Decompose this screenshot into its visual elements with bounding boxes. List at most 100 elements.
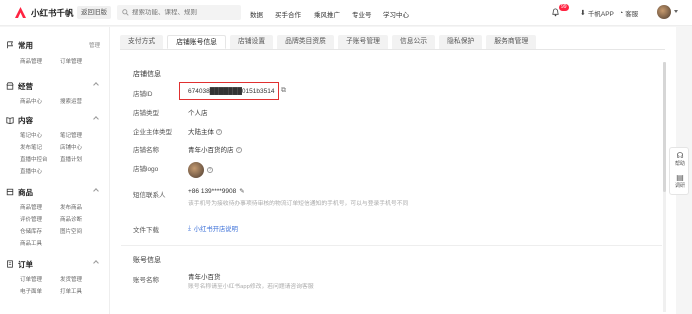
nav-learn[interactable]: 学习中心 — [383, 9, 409, 19]
sidebar-section-header[interactable]: 商品 — [6, 186, 104, 198]
sidebar: 常用 管理 商品管理 订单管理 经营 商品中心 搜索运营 内容 笔记中心 笔记管… — [0, 27, 110, 314]
tab-store-account[interactable]: 店铺账号信息 — [167, 35, 226, 49]
book-icon — [6, 117, 14, 124]
sms-contact-label: 短信联系人 — [133, 192, 166, 199]
sidebar-section-title: 内容 — [18, 115, 33, 125]
sidebar-item[interactable]: 评价管理 — [20, 215, 42, 223]
sidebar-item[interactable]: 发货管理 — [60, 275, 82, 283]
sidebar-item[interactable]: 商品工具 — [20, 239, 42, 247]
help-button[interactable]: ☊ 帮助 — [670, 151, 690, 168]
nav-pro[interactable]: 专业号 — [352, 9, 372, 19]
tab-payment[interactable]: 支付方式 — [120, 35, 164, 49]
store-name-text: 青年小百货的店 — [188, 147, 234, 154]
app-name: 小红书千帆 — [31, 7, 74, 18]
entity-type-text: 大陆主体 — [188, 129, 214, 136]
flag-icon — [7, 41, 13, 49]
help-icon[interactable]: ? — [216, 129, 222, 136]
sidebar-item[interactable]: 图片空间 — [60, 227, 82, 235]
download-icon: ⤓ — [188, 224, 191, 232]
sidebar-item[interactable]: 订单管理 — [20, 275, 42, 283]
edit-icon[interactable]: ✎ — [239, 188, 244, 195]
sidebar-item[interactable]: 店铺中心 — [60, 143, 82, 151]
sidebar-item[interactable]: 订单管理 — [60, 57, 82, 65]
survey-icon: ▤ — [676, 173, 684, 182]
sidebar-section-title: 订单 — [18, 259, 33, 269]
chevron-down-icon[interactable] — [674, 10, 678, 13]
entity-type-label: 企业主体类型 — [133, 129, 172, 136]
store-logo-image — [188, 162, 204, 178]
section-divider — [121, 245, 662, 246]
store-type-label: 店铺类型 — [133, 110, 159, 117]
tab-brand-qualification[interactable]: 品牌类目资质 — [277, 35, 334, 49]
headset-icon: ◔ — [619, 9, 624, 17]
sidebar-item[interactable]: 直播计划 — [60, 155, 82, 163]
nav-promo[interactable]: 乘风推广 — [314, 9, 340, 19]
app-download-button[interactable]: ⬇ 千帆APP — [580, 8, 614, 18]
sidebar-item[interactable]: 搜索运营 — [60, 97, 82, 105]
back-to-old-button[interactable]: 返回旧版 — [77, 6, 111, 19]
sidebar-section-title: 常用 — [18, 40, 33, 50]
sidebar-item[interactable]: 笔记管理 — [60, 131, 82, 139]
sidebar-section-title: 商品 — [18, 187, 33, 197]
shop-icon — [6, 82, 14, 90]
sidebar-section-header[interactable]: 订单 — [6, 258, 104, 270]
nav-data[interactable]: 数据 — [250, 9, 263, 19]
store-logo-label: 店铺logo — [133, 166, 159, 173]
help-label: 帮助 — [674, 161, 685, 167]
tab-divider — [120, 49, 665, 50]
nav-buyer[interactable]: 买手合作 — [275, 9, 301, 19]
store-name-label: 店铺名称 — [133, 147, 159, 154]
store-name-value: 青年小百货的店? — [188, 144, 242, 154]
tab-sub-accounts[interactable]: 子账号管理 — [337, 35, 388, 49]
logo[interactable]: 小红书千帆 — [14, 6, 74, 19]
sidebar-item[interactable]: 仓储库存 — [20, 227, 42, 235]
sidebar-item[interactable]: 商品管理 — [20, 203, 42, 211]
search-box[interactable] — [117, 5, 241, 20]
chevron-up-icon[interactable] — [93, 116, 99, 122]
store-id-label: 店铺ID — [133, 91, 153, 98]
notification-badge: 99 — [559, 4, 569, 11]
tab-privacy[interactable]: 隐私保护 — [439, 35, 483, 49]
chevron-up-icon[interactable] — [93, 82, 99, 88]
sidebar-item[interactable]: 直播中心 — [20, 167, 42, 175]
entity-type-value: 大陆主体? — [188, 126, 222, 136]
headset-icon: ☊ — [676, 151, 684, 160]
service-button[interactable]: ◔ 客服 — [619, 8, 638, 19]
chevron-up-icon[interactable] — [93, 260, 99, 266]
manage-link[interactable]: 管理 — [89, 41, 100, 49]
sidebar-item[interactable]: 商品中心 — [20, 97, 42, 105]
store-type-value: 个人店 — [188, 110, 208, 117]
app-download-label: 千帆APP — [587, 11, 614, 18]
copy-icon[interactable]: ⧉ — [281, 87, 286, 95]
research-button[interactable]: ▤ 调研 — [670, 173, 690, 190]
account-name-value: 青年小百货 — [188, 274, 221, 281]
sidebar-section-title: 经营 — [18, 81, 33, 91]
sidebar-section-header[interactable]: 经营 — [6, 80, 104, 92]
sidebar-item[interactable]: 笔记中心 — [20, 131, 42, 139]
search-input[interactable] — [132, 9, 232, 16]
goods-icon — [6, 188, 14, 196]
account-info-title: 账号信息 — [133, 257, 161, 264]
sidebar-item[interactable]: 直播中控台 — [20, 155, 48, 163]
order-icon — [7, 260, 13, 268]
top-bar: 小红书千帆 返回旧版 数据 买手合作 乘风推广 专业号 学习中心 99 ⬇ 千帆… — [0, 0, 692, 26]
sidebar-item[interactable]: 电子面单 — [20, 287, 42, 295]
tab-info-disclosure[interactable]: 信息公示 — [391, 35, 436, 49]
sidebar-item[interactable]: 商品管理 — [20, 57, 42, 65]
sidebar-item[interactable]: 发布笔记 — [20, 143, 42, 151]
sidebar-item[interactable]: 发布商品 — [60, 203, 82, 211]
sidebar-item[interactable]: 商品诊断 — [60, 215, 82, 223]
user-avatar[interactable] — [657, 5, 671, 19]
sidebar-item[interactable]: 打单工具 — [60, 287, 82, 295]
sidebar-section-header[interactable]: 内容 — [6, 114, 104, 126]
research-label: 调研 — [674, 183, 685, 189]
highlight-box — [179, 82, 279, 100]
tab-service-provider[interactable]: 服务商管理 — [486, 35, 537, 49]
scrollbar-thumb[interactable] — [663, 62, 666, 192]
sidebar-section-header[interactable]: 常用 管理 — [6, 39, 104, 51]
store-guide-link[interactable]: ⤓ 小红书开店说明 — [188, 224, 238, 234]
help-icon[interactable]: ? — [207, 167, 213, 173]
help-icon[interactable]: ? — [235, 147, 242, 154]
chevron-up-icon[interactable] — [93, 188, 99, 194]
tab-store-settings[interactable]: 店铺设置 — [229, 35, 274, 49]
